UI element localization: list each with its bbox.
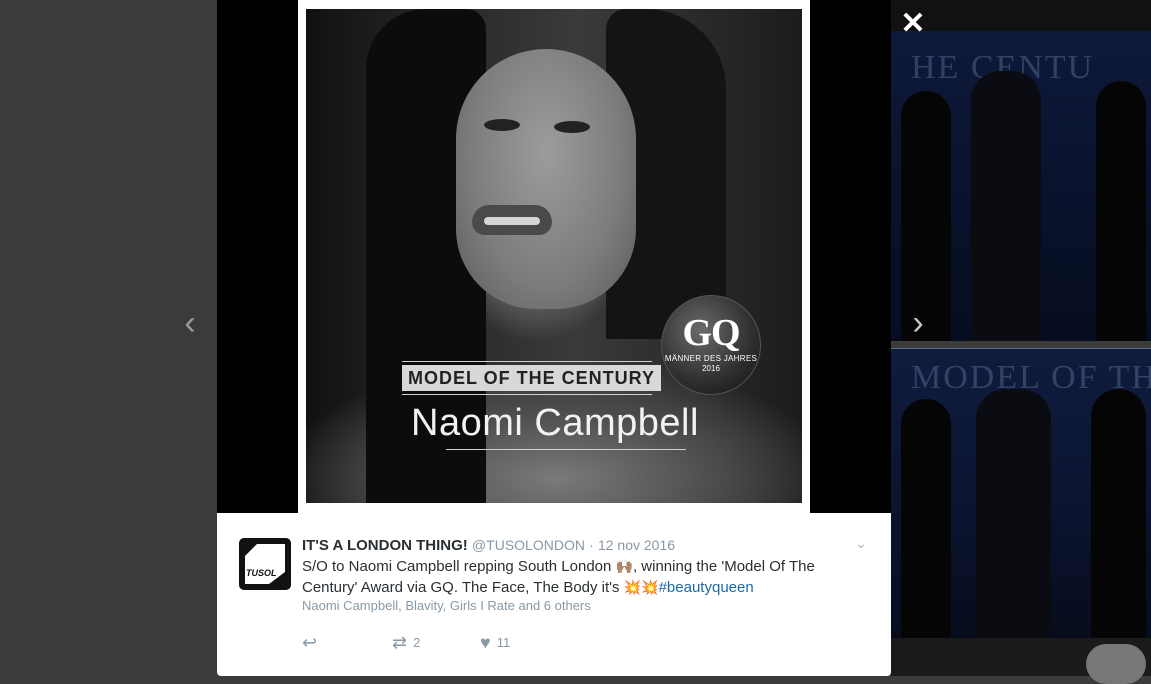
close-icon: ✕ (900, 7, 926, 40)
avatar-label: TUSOL (245, 568, 278, 578)
avatar[interactable]: TUSOL (239, 538, 291, 590)
reply-icon: ↩ (302, 632, 318, 653)
more-options-button[interactable]: ⌄ (855, 535, 867, 552)
author-name[interactable]: IT'S A LONDON THING! (302, 537, 468, 554)
gq-badge-year: 2016 (702, 364, 720, 373)
background-photo-strip (891, 0, 1151, 31)
divider (402, 394, 652, 395)
gq-badge: GQ MÄNNER DES JAHRES 2016 (661, 295, 761, 395)
tweet-text: S/O to Naomi Campbell repping South Lond… (302, 558, 815, 596)
background-figure (1091, 389, 1146, 639)
gq-badge-subtitle: MÄNNER DES JAHRES (664, 354, 758, 363)
tagged-users[interactable]: Naomi Campbell, Blavity, Girls I Rate an… (302, 598, 591, 613)
chevron-left-icon: ‹ (184, 304, 196, 342)
background-photo-strip (891, 638, 1151, 684)
like-count: 11 (496, 634, 511, 650)
author-handle[interactable]: @TUSOLONDON (472, 537, 585, 553)
chevron-down-icon: ⌄ (855, 535, 867, 551)
tweet-header: IT'S A LONDON THING! @TUSOLONDON · 12 no… (302, 537, 675, 554)
media-area: GQ MÄNNER DES JAHRES 2016 MODEL OF THE C… (217, 0, 891, 513)
tweet-date[interactable]: 12 nov 2016 (598, 537, 675, 553)
heart-icon: ♥ (480, 632, 491, 653)
retweet-button[interactable]: ⇄ 2 (392, 631, 420, 654)
next-button[interactable]: › (906, 306, 930, 340)
award-title: MODEL OF THE CENTURY (402, 365, 662, 391)
separator: · (589, 537, 594, 553)
tweet-card: TUSOL IT'S A LONDON THING! @TUSOLONDON ·… (217, 513, 891, 676)
retweet-count: 2 (413, 634, 421, 650)
previous-button[interactable]: ‹ (178, 306, 202, 340)
collision-emoji: 💥💥 (623, 579, 659, 595)
divider (446, 449, 686, 450)
close-button[interactable]: ✕ (899, 7, 927, 40)
like-button[interactable]: ♥ 11 (480, 631, 510, 654)
retweet-icon: ⇄ (392, 632, 408, 653)
gq-logo: GQ (682, 312, 740, 354)
raised-hands-emoji: 🙌🏽 (615, 558, 633, 574)
tweet-actions: ↩ ⇄ 2 ♥ 11 (302, 631, 702, 653)
background-figure (901, 399, 951, 639)
award-name: Naomi Campbell (411, 402, 699, 444)
tweet-image[interactable]: GQ MÄNNER DES JAHRES 2016 MODEL OF THE C… (298, 0, 810, 513)
background-photo-top: HE CENTU (891, 31, 1151, 341)
background-figure (976, 389, 1051, 639)
background-figure (901, 91, 951, 341)
reply-button[interactable]: ↩ (302, 631, 317, 654)
background-blob (1086, 644, 1146, 684)
chevron-right-icon: › (912, 304, 924, 342)
media-modal: GQ MÄNNER DES JAHRES 2016 MODEL OF THE C… (217, 0, 891, 676)
background-figure (1096, 81, 1146, 341)
portrait-photo: GQ MÄNNER DES JAHRES 2016 MODEL OF THE C… (306, 9, 802, 503)
hashtag-link[interactable]: #beautyqueen (659, 579, 754, 596)
divider (402, 361, 652, 362)
background-figure (971, 71, 1041, 341)
background-photo-bottom: MODEL OF THE CENTU (891, 348, 1151, 639)
